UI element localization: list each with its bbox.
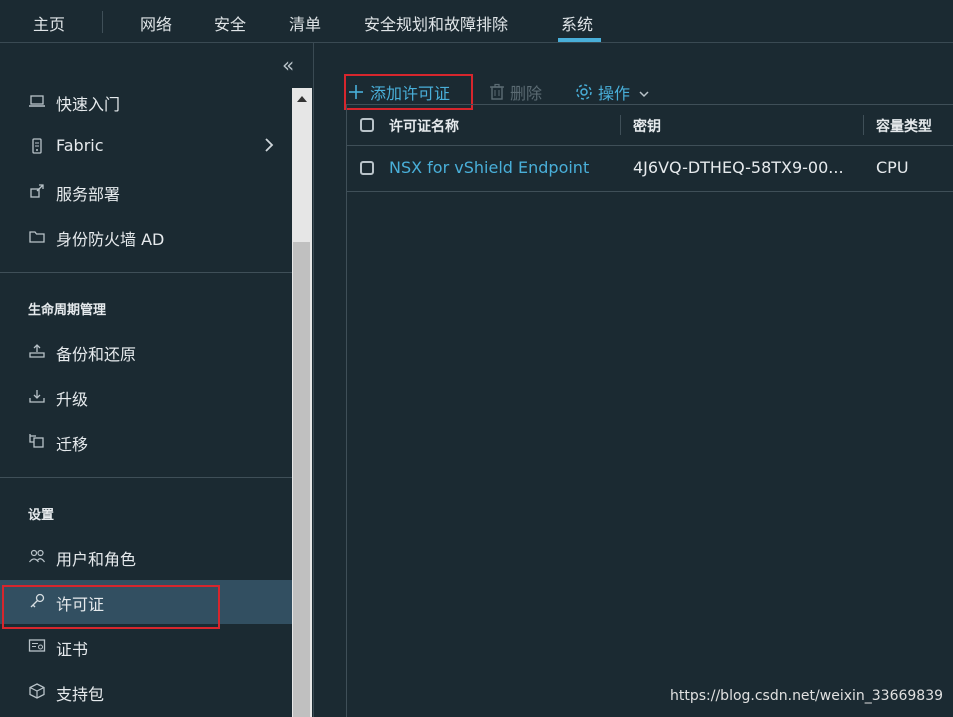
sidebar-item-label: Fabric bbox=[56, 136, 104, 155]
sidebar-item-backup-restore[interactable]: 备份和还原 bbox=[0, 330, 292, 374]
sidebar-divider bbox=[0, 272, 292, 273]
sidebar-divider bbox=[0, 477, 292, 478]
sidebar-item-getting-started[interactable]: 快速入门 bbox=[0, 80, 292, 124]
sidebar-item-label: 备份和还原 bbox=[56, 345, 137, 364]
section-heading-lifecycle: 生命周期管理 bbox=[28, 303, 107, 318]
trash-icon bbox=[490, 83, 504, 100]
migrate-icon bbox=[29, 434, 44, 448]
nav-tab-networking[interactable]: 网络 bbox=[140, 11, 172, 35]
column-header-key[interactable]: 密钥 bbox=[633, 116, 661, 136]
column-resize-handle[interactable] bbox=[863, 115, 864, 135]
sidebar-scrollbar[interactable] bbox=[292, 88, 312, 717]
delete-button[interactable]: 删除 bbox=[488, 80, 542, 104]
section-heading-settings: 设置 bbox=[28, 508, 55, 523]
sidebar-item-users-roles[interactable]: 用户和角色 bbox=[0, 535, 292, 579]
capacity-type-cell: CPU bbox=[876, 158, 909, 177]
add-license-label: 添加许可证 bbox=[370, 84, 451, 103]
chevron-right-icon[interactable] bbox=[262, 136, 276, 154]
delete-label: 删除 bbox=[510, 84, 543, 103]
collapse-sidebar-icon[interactable]: « bbox=[282, 55, 294, 75]
nav-divider bbox=[102, 11, 103, 33]
users-icon bbox=[29, 549, 45, 563]
column-resize-handle[interactable] bbox=[620, 115, 621, 135]
scrollbar-thumb[interactable] bbox=[293, 242, 310, 717]
column-header-capacity-type[interactable]: 容量类型 bbox=[876, 116, 932, 136]
sidebar-item-certificates[interactable]: 证书 bbox=[0, 625, 292, 669]
sidebar-item-label: 快速入门 bbox=[56, 95, 121, 114]
plus-icon bbox=[349, 85, 363, 99]
nav-tab-inventory[interactable]: 清单 bbox=[289, 11, 321, 35]
top-navigation: 主页 网络 安全 清单 安全规划和故障排除 系统 bbox=[0, 0, 953, 43]
license-grid: 许可证名称 密钥 容量类型 NSX for vShield Endpoint 4… bbox=[346, 104, 953, 717]
sidebar-item-fabric[interactable]: Fabric bbox=[0, 125, 292, 169]
select-all-checkbox[interactable] bbox=[360, 118, 374, 132]
laptop-icon bbox=[29, 95, 45, 107]
sidebar-item-upgrade[interactable]: 升级 bbox=[0, 375, 292, 419]
add-license-button[interactable]: 添加许可证 bbox=[348, 80, 450, 104]
gear-icon bbox=[576, 84, 592, 100]
package-icon bbox=[29, 683, 45, 699]
certificate-icon bbox=[28, 639, 46, 652]
sidebar-item-label: 升级 bbox=[56, 390, 89, 409]
server-icon bbox=[32, 138, 42, 154]
nav-tab-system[interactable]: 系统 bbox=[561, 11, 593, 35]
sidebar-item-label: 身份防火墙 AD bbox=[56, 230, 165, 249]
row-checkbox[interactable] bbox=[360, 161, 374, 175]
actions-label: 操作 bbox=[598, 84, 631, 103]
column-header-license-name[interactable]: 许可证名称 bbox=[389, 116, 459, 136]
license-key-cell: 4J6VQ-DTHEQ-58TX9-00... bbox=[633, 158, 844, 177]
scroll-up-arrow-icon[interactable] bbox=[297, 96, 307, 102]
table-row[interactable]: NSX for vShield Endpoint 4J6VQ-DTHEQ-58T… bbox=[347, 145, 953, 192]
sidebar-item-identity-firewall[interactable]: 身份防火墙 AD bbox=[0, 215, 292, 259]
chevron-down-icon bbox=[639, 91, 649, 98]
sidebar-item-service-deployment[interactable]: 服务部署 bbox=[0, 170, 292, 214]
sidebar-item-label: 迁移 bbox=[56, 435, 89, 454]
sidebar-item-migrate[interactable]: 迁移 bbox=[0, 420, 292, 464]
sidebar-item-label: 支持包 bbox=[56, 685, 105, 704]
active-tab-indicator bbox=[558, 38, 601, 42]
backup-icon bbox=[29, 344, 45, 358]
sidebar-item-label: 用户和角色 bbox=[56, 550, 137, 569]
sidebar-item-support-bundle[interactable]: 支持包 bbox=[0, 670, 292, 714]
license-name-link[interactable]: NSX for vShield Endpoint bbox=[389, 158, 589, 177]
sidebar-item-label: 服务部署 bbox=[56, 185, 121, 204]
deploy-icon bbox=[30, 184, 44, 198]
nav-tab-home[interactable]: 主页 bbox=[33, 11, 65, 35]
sidebar-item-label: 证书 bbox=[56, 640, 89, 659]
watermark-text: https://blog.csdn.net/weixin_33669839 bbox=[670, 688, 944, 704]
actions-dropdown[interactable]: 操作 bbox=[574, 80, 649, 104]
nav-tab-security[interactable]: 安全 bbox=[214, 11, 246, 35]
upgrade-icon bbox=[29, 390, 45, 403]
folder-icon bbox=[29, 231, 45, 243]
grid-header: 许可证名称 密钥 容量类型 bbox=[347, 104, 953, 146]
highlight-box-licenses bbox=[2, 585, 220, 629]
nav-tab-plan-troubleshoot[interactable]: 安全规划和故障排除 bbox=[364, 11, 508, 35]
